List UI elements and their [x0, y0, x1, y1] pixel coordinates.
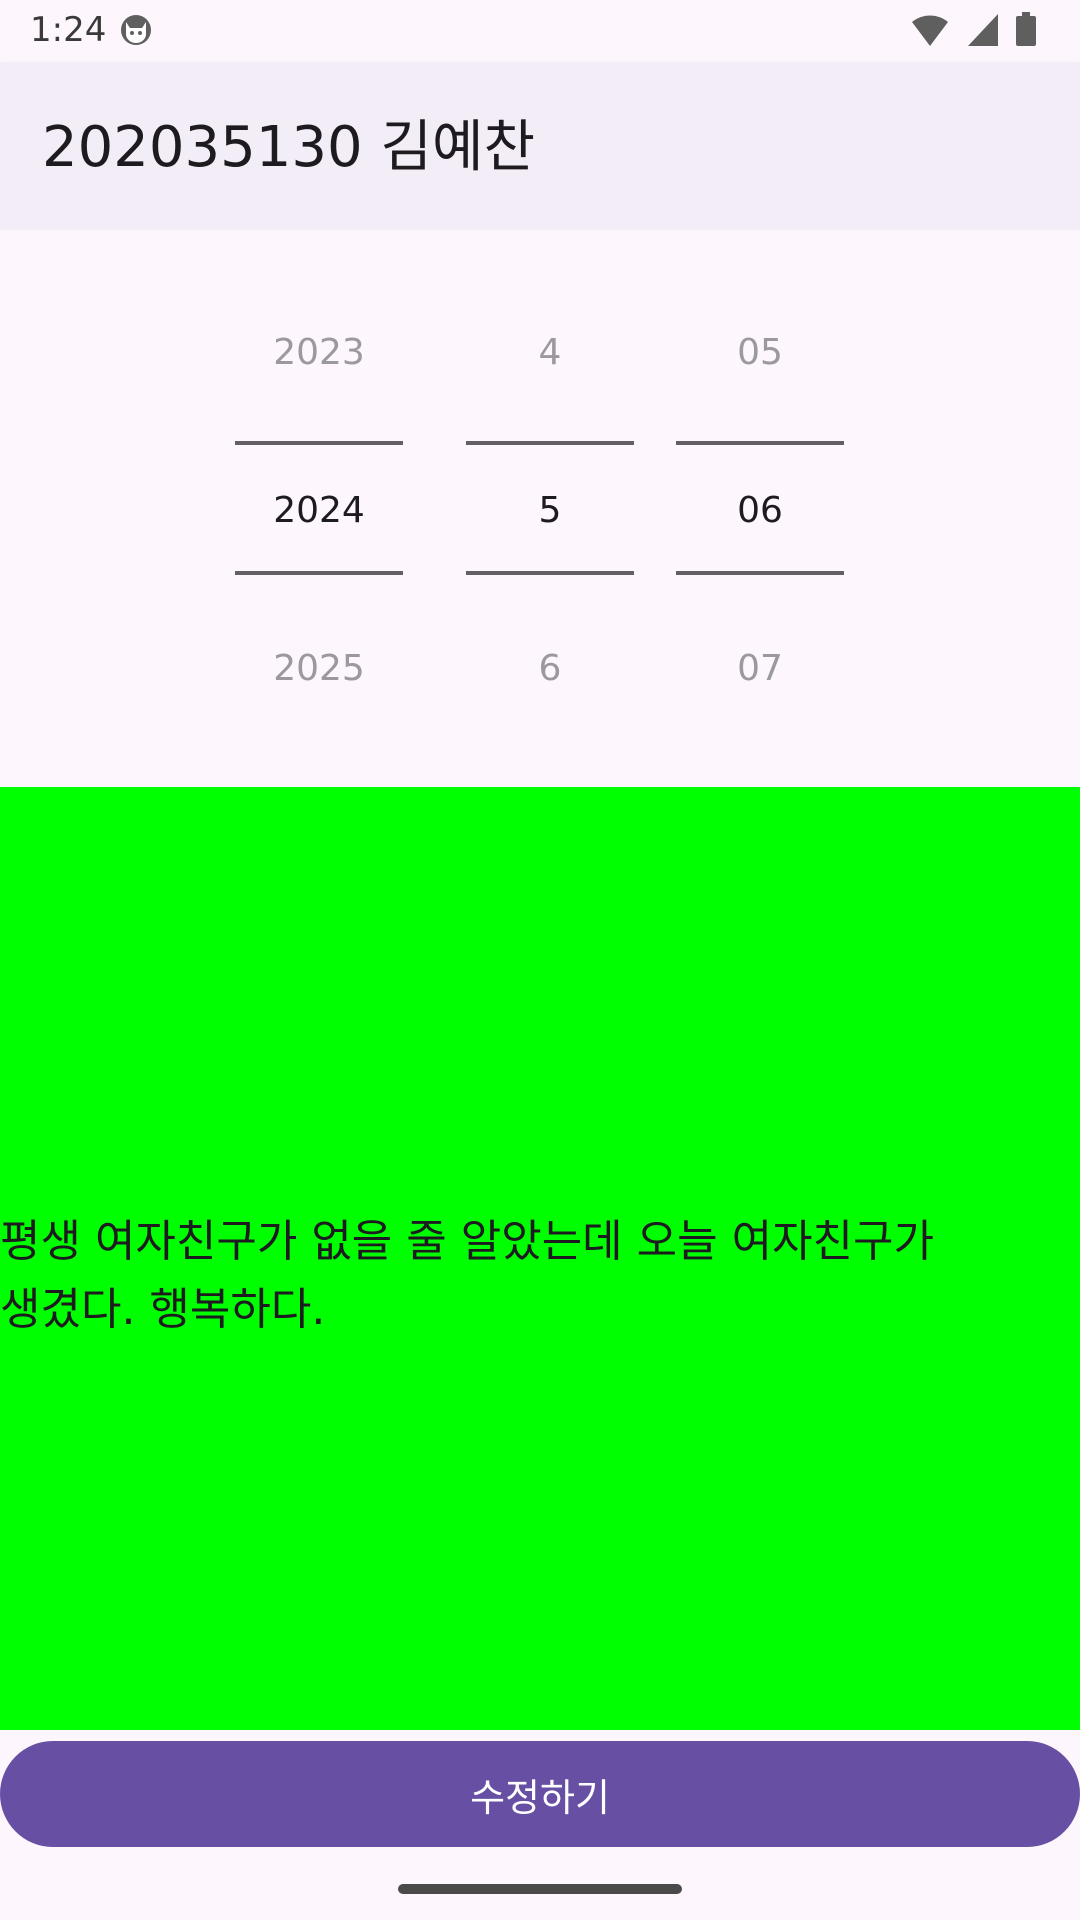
year-prev[interactable]: 2023 — [235, 331, 403, 375]
status-time: 1:24 — [30, 10, 107, 50]
day-next[interactable]: 07 — [676, 647, 844, 691]
month-next[interactable]: 6 — [466, 647, 634, 691]
year-selected[interactable]: 2024 — [235, 489, 403, 533]
app-notification-icon — [118, 12, 154, 48]
year-divider-bottom — [235, 571, 403, 575]
day-divider-top — [676, 441, 844, 445]
year-divider-top — [235, 441, 403, 445]
year-next[interactable]: 2025 — [235, 647, 403, 691]
diary-text: 평생 여자친구가 없을 줄 알았는데 오늘 여자친구가 생겼다. 행복하다. — [0, 1215, 934, 1335]
wifi-icon — [912, 15, 948, 46]
day-divider-bottom — [676, 571, 844, 575]
month-divider-bottom — [466, 571, 634, 575]
edit-button[interactable]: 수정하기 — [0, 1741, 1080, 1847]
battery-icon — [1016, 12, 1036, 46]
status-bar: 1:24 — [0, 0, 1080, 62]
month-prev[interactable]: 4 — [466, 331, 634, 375]
gesture-nav-handle[interactable] — [398, 1884, 682, 1894]
month-selected[interactable]: 5 — [466, 489, 634, 533]
date-picker[interactable]: 2023 2024 2025 4 5 6 05 06 07 — [0, 230, 1080, 787]
app-title: 202035130 김예찬 — [42, 115, 536, 180]
month-spinner[interactable]: 4 5 6 — [466, 230, 634, 787]
day-spinner[interactable]: 05 06 07 — [676, 230, 844, 787]
day-prev[interactable]: 05 — [676, 331, 844, 375]
year-spinner[interactable]: 2023 2024 2025 — [235, 230, 403, 787]
month-divider-top — [466, 441, 634, 445]
app-bar: 202035130 김예찬 — [0, 62, 1080, 230]
diary-content-area: 평생 여자친구가 없을 줄 알았는데 오늘 여자친구가 생겼다. 행복하다. — [0, 787, 1080, 1730]
cellular-signal-icon — [968, 14, 998, 46]
day-selected[interactable]: 06 — [676, 489, 844, 533]
